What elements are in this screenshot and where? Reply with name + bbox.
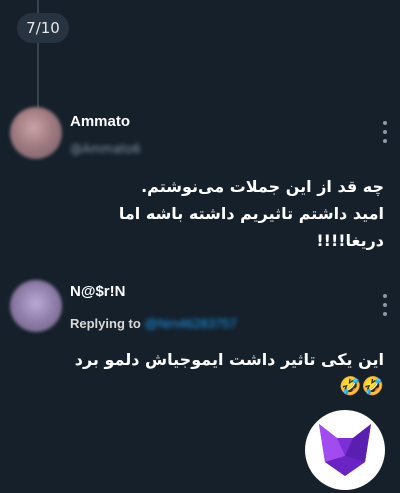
display-name[interactable]: N@$r!N xyxy=(70,283,125,300)
fox-logo-icon xyxy=(305,410,385,490)
tweet-text-line: این یکی تاثیر داشت ایموجیاش دلمو برد xyxy=(74,350,384,369)
tweet-text-line: دریغا!!!! xyxy=(316,231,384,250)
tweet-text: چه قد از این جملات می‌نوشتم. امید داشتم … xyxy=(64,173,384,254)
replying-label: Replying to xyxy=(70,316,141,331)
page-indicator: 7/10 xyxy=(17,13,69,43)
emoji-line: 🤣🤣 xyxy=(339,376,384,397)
tweet-text-line: چه قد از این جملات می‌نوشتم. xyxy=(141,177,384,196)
user-handle[interactable]: @Ammato6 xyxy=(70,142,141,156)
replying-to: Replying to @Nrn46283757 xyxy=(70,316,237,331)
replying-handle-link[interactable]: @Nrn46283757 xyxy=(145,316,237,331)
more-vertical-icon[interactable] xyxy=(382,121,388,143)
tweet[interactable]: Ammato @Ammato6 چه قد از این جملات می‌نو… xyxy=(0,104,400,270)
more-vertical-icon[interactable] xyxy=(382,294,388,316)
tweet-text: این یکی تاثیر داشت ایموجیاش دلمو برد 🤣🤣 xyxy=(64,346,384,400)
avatar[interactable] xyxy=(10,107,62,159)
display-name[interactable]: Ammato xyxy=(70,113,130,130)
avatar[interactable] xyxy=(10,280,62,332)
tweet-text-line: امید داشتم تاثیریم داشته باشه اما xyxy=(118,204,384,223)
